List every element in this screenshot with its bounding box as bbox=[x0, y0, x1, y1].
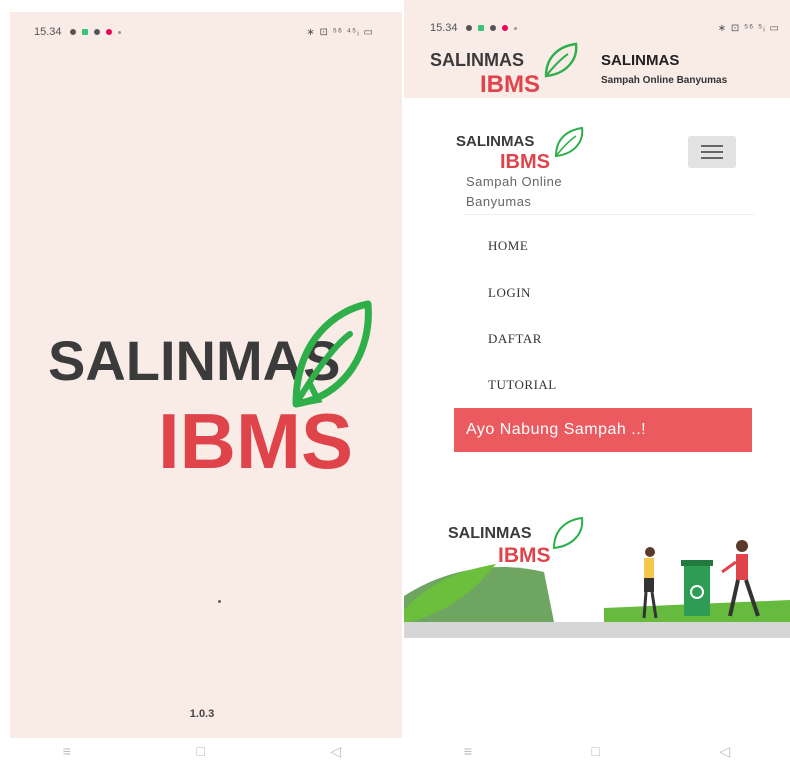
svg-text:IBMS: IBMS bbox=[498, 544, 551, 567]
home-square-icon[interactable]: □ bbox=[591, 743, 599, 759]
hamburger-icon-bar bbox=[701, 151, 723, 153]
status-time: 15.34 bbox=[34, 26, 62, 38]
brand-tagline-line1: Sampah Online bbox=[466, 174, 563, 189]
notification-icon bbox=[489, 25, 496, 31]
hamburger-icon bbox=[701, 145, 723, 147]
status-bar: 15.34 bbox=[430, 18, 517, 38]
status-bar: 15.34 bbox=[34, 22, 121, 42]
menu-item-tutorial[interactable]: TUTORIAL bbox=[488, 377, 557, 393]
menu-item-home[interactable]: HOME bbox=[488, 238, 528, 254]
back-icon[interactable]: ◁ bbox=[330, 743, 341, 760]
hero-banner: SALINMAS IBMS bbox=[404, 516, 790, 638]
banner-logo: SALINMAS IBMS bbox=[448, 516, 584, 567]
nav-brand-logo[interactable]: SALINMAS IBMS bbox=[454, 126, 590, 172]
menu-icon[interactable]: ≡ bbox=[63, 743, 71, 759]
system-nav-bar: ≡ □ ◁ bbox=[404, 738, 790, 764]
menu-item-daftar[interactable]: DAFTAR bbox=[488, 331, 542, 347]
svg-text:SALINMAS: SALINMAS bbox=[456, 133, 534, 150]
status-system-icons: ∗ ⊡ ⁵⁶ ⁵ᵢ ▭ bbox=[717, 22, 780, 34]
leaf-icon bbox=[544, 42, 578, 78]
app-version: 1.0.3 bbox=[189, 708, 215, 720]
divider bbox=[464, 214, 754, 215]
more-dot-icon bbox=[117, 30, 121, 34]
leaf-icon bbox=[554, 126, 584, 158]
cta-button[interactable]: Ayo Nabung Sampah ..! bbox=[454, 408, 752, 452]
notification-icon bbox=[93, 29, 100, 35]
menu-toggle-button[interactable] bbox=[688, 136, 736, 168]
notification-icon bbox=[105, 29, 112, 35]
notification-icon bbox=[465, 25, 472, 31]
brand-tagline: Sampah Online Banyumas bbox=[466, 172, 606, 212]
menu-icon[interactable]: ≡ bbox=[464, 743, 472, 759]
notification-icon bbox=[501, 25, 508, 31]
notification-icon bbox=[81, 29, 88, 35]
back-icon[interactable]: ◁ bbox=[719, 743, 730, 760]
splash-screen: 15.34 ∗ ⊡ ⁵⁶ ⁴⁵ᵢ ▭ SALINMAS IBMS 1.0.3 ≡… bbox=[0, 0, 404, 764]
more-dot-icon bbox=[513, 26, 517, 30]
status-time: 15.34 bbox=[430, 22, 458, 34]
svg-text:SALINMAS: SALINMAS bbox=[448, 525, 532, 542]
svg-text:SALINMAS: SALINMAS bbox=[430, 50, 524, 70]
home-square-icon[interactable]: □ bbox=[196, 743, 204, 759]
svg-text:IBMS: IBMS bbox=[500, 151, 550, 172]
header-title: SALINMAS bbox=[601, 52, 680, 69]
svg-text:IBMS: IBMS bbox=[480, 71, 540, 94]
brand-tagline-line2: Banyumas bbox=[466, 194, 532, 209]
home-screen: 15.34 ∗ ⊡ ⁵⁶ ⁵ᵢ ▭ SALINMAS IBMS SALINMAS… bbox=[404, 0, 790, 764]
banner-ground bbox=[404, 622, 790, 638]
hamburger-icon-bar bbox=[701, 157, 723, 159]
status-system-icons: ∗ ⊡ ⁵⁶ ⁴⁵ᵢ ▭ bbox=[306, 26, 374, 38]
loading-indicator bbox=[218, 600, 221, 603]
logo-ibms-text: IBMS bbox=[158, 397, 353, 480]
notification-icons bbox=[465, 25, 517, 31]
recycle-bin-icon bbox=[681, 560, 713, 616]
header-logo: SALINMAS IBMS bbox=[430, 42, 578, 94]
system-nav-bar: ≡ □ ◁ bbox=[0, 738, 404, 764]
notification-icon bbox=[477, 25, 484, 31]
salinmas-ibms-logo: SALINMAS IBMS bbox=[48, 300, 372, 480]
menu-item-login[interactable]: LOGIN bbox=[488, 285, 531, 301]
header-subtitle: Sampah Online Banyumas bbox=[601, 75, 728, 86]
leaf-icon bbox=[292, 300, 372, 408]
notification-icons bbox=[69, 29, 121, 35]
notification-icon bbox=[69, 29, 76, 35]
